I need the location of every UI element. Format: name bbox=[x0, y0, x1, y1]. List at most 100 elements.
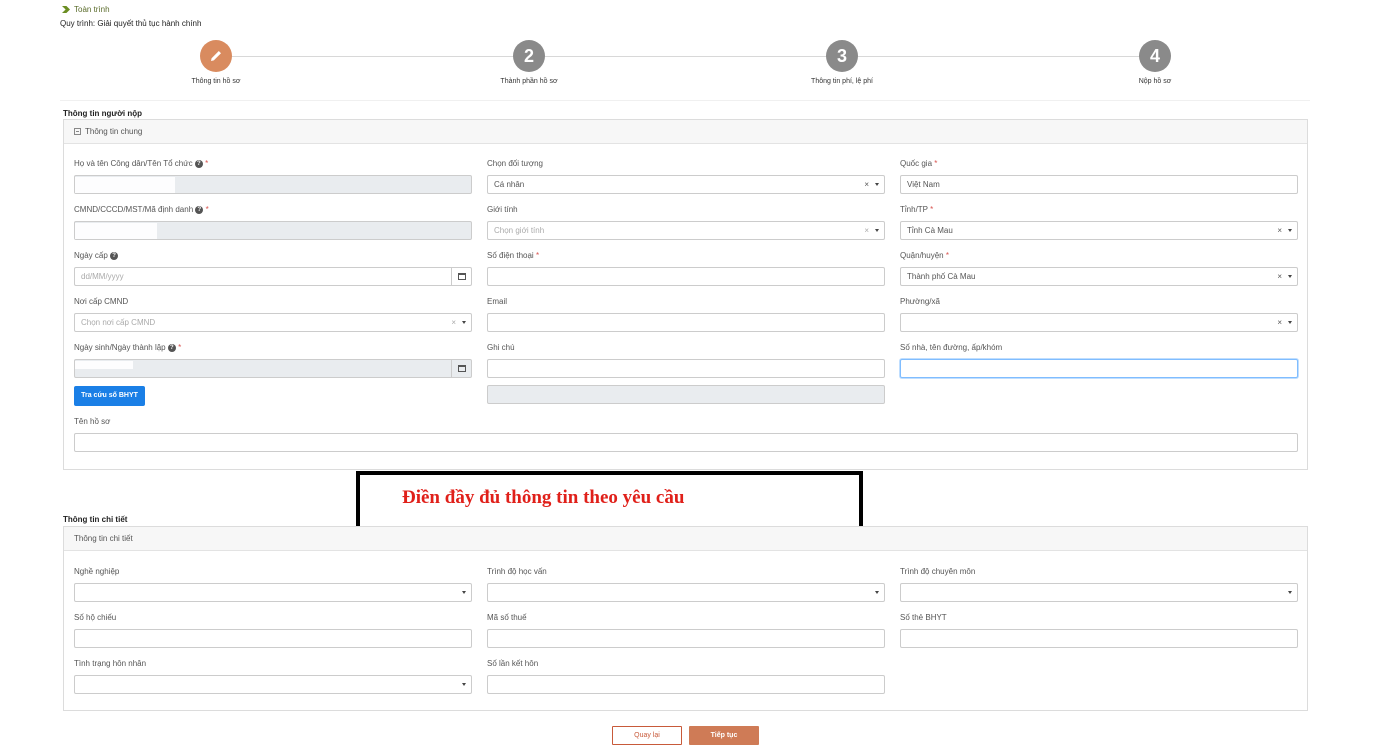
required-mark: * bbox=[178, 343, 182, 352]
breadcrumb[interactable]: Toàn trình bbox=[62, 5, 110, 14]
clear-icon[interactable]: × bbox=[1277, 222, 1282, 239]
gender-select[interactable]: Chọn giới tính × bbox=[487, 221, 885, 240]
chevron-down-icon[interactable] bbox=[1288, 229, 1292, 232]
clear-icon[interactable]: × bbox=[864, 222, 869, 239]
help-icon[interactable]: ? bbox=[110, 251, 119, 260]
province-select[interactable]: Tỉnh Cà Mau × bbox=[900, 221, 1298, 240]
back-button[interactable]: Quay lại bbox=[612, 726, 682, 745]
bhyt-field: Số thẻ BHYT bbox=[900, 613, 1298, 648]
chevron-down-icon[interactable] bbox=[1288, 321, 1292, 324]
occupation-select[interactable] bbox=[74, 583, 472, 602]
step-number: 4 bbox=[1139, 40, 1171, 72]
chevron-down-icon[interactable] bbox=[875, 183, 879, 186]
pencil-icon bbox=[211, 51, 221, 61]
lookup-bhyt-button[interactable]: Tra cứu số BHYT bbox=[74, 386, 145, 406]
clear-icon[interactable]: × bbox=[1277, 314, 1282, 331]
help-icon[interactable]: ? bbox=[167, 343, 176, 352]
expertise-select[interactable] bbox=[900, 583, 1298, 602]
callout-text: Điền đầy đủ thông tin theo yêu cầu bbox=[402, 487, 685, 508]
calendar-icon[interactable] bbox=[451, 360, 471, 377]
marriage-count-label: Số lần kết hôn bbox=[487, 659, 539, 668]
step-4[interactable]: 4 Nộp hồ sơ bbox=[1075, 40, 1235, 85]
stepper-line bbox=[216, 56, 1155, 57]
step-1[interactable]: Thông tin hồ sơ bbox=[136, 40, 296, 85]
district-value: Thành phố Cà Mau bbox=[907, 272, 976, 281]
subject-select[interactable]: Cá nhân × bbox=[487, 175, 885, 194]
redacted-value bbox=[489, 315, 563, 324]
process-label: Quy trình: Giải quyết thủ tục hành chính bbox=[60, 19, 202, 28]
email-field: Email bbox=[487, 297, 885, 332]
phone-input[interactable] bbox=[487, 267, 885, 286]
province-label: Tỉnh/TP bbox=[900, 205, 928, 214]
bhyt-input[interactable] bbox=[900, 629, 1298, 648]
country-label: Quốc gia bbox=[900, 159, 933, 168]
issue-date-input[interactable]: dd/MM/yyyy bbox=[74, 267, 472, 286]
marital-select[interactable] bbox=[74, 675, 472, 694]
phone-label: Số điện thoại bbox=[487, 251, 534, 260]
tax-input[interactable] bbox=[487, 629, 885, 648]
required-mark: * bbox=[930, 205, 934, 214]
step-2[interactable]: 2 Thành phần hồ sơ bbox=[449, 40, 609, 85]
birth-date-label: Ngày sinh/Ngày thành lập bbox=[74, 343, 166, 352]
marital-label: Tình trạng hôn nhân bbox=[74, 659, 147, 668]
required-mark: * bbox=[945, 251, 949, 260]
chevron-down-icon[interactable] bbox=[875, 229, 879, 232]
applicant-panel-header[interactable]: Thông tin chung bbox=[64, 120, 1307, 144]
details-section-title: Thông tin chi tiết bbox=[63, 515, 128, 524]
clear-icon[interactable]: × bbox=[451, 314, 456, 331]
ward-select[interactable]: × bbox=[900, 313, 1298, 332]
required-mark: * bbox=[205, 205, 209, 214]
redacted-value bbox=[75, 361, 133, 369]
clear-icon[interactable]: × bbox=[864, 176, 869, 193]
step-label: Thành phần hồ sơ bbox=[500, 78, 558, 85]
tax-field: Mã số thuế bbox=[487, 613, 885, 648]
calendar-icon[interactable] bbox=[451, 268, 471, 285]
redacted-value bbox=[75, 177, 175, 193]
expertise-field: Trình độ chuyên môn bbox=[900, 567, 1298, 602]
province-field: Tỉnh/TP * Tỉnh Cà Mau × bbox=[900, 205, 1298, 240]
full-name-label: Họ và tên Công dân/Tên Tổ chức bbox=[74, 159, 193, 168]
education-select[interactable] bbox=[487, 583, 885, 602]
clear-icon[interactable]: × bbox=[1277, 268, 1282, 285]
details-panel-header[interactable]: Thông tin chi tiết bbox=[64, 527, 1307, 551]
step-number: 2 bbox=[513, 40, 545, 72]
expertise-label: Trình độ chuyên môn bbox=[900, 567, 976, 576]
id-number-label: CMND/CCCD/MST/Mã định danh bbox=[74, 205, 194, 214]
district-select[interactable]: Thành phố Cà Mau × bbox=[900, 267, 1298, 286]
country-input[interactable]: Việt Nam bbox=[900, 175, 1298, 194]
chevron-down-icon[interactable] bbox=[462, 683, 466, 686]
dossier-name-input[interactable] bbox=[74, 433, 1298, 452]
extra-field bbox=[487, 369, 885, 404]
issue-place-select[interactable]: Chọn nơi cấp CMND × bbox=[74, 313, 472, 332]
full-name-input[interactable] bbox=[74, 175, 472, 194]
applicant-panel: Thông tin chung Họ và tên Công dân/Tên T… bbox=[63, 119, 1308, 470]
chevron-down-icon[interactable] bbox=[875, 591, 879, 594]
instruction-callout: Điền đầy đủ thông tin theo yêu cầu bbox=[356, 471, 863, 534]
chevron-down-icon[interactable] bbox=[462, 321, 466, 324]
email-input[interactable] bbox=[487, 313, 885, 332]
district-field: Quận/huyện * Thành phố Cà Mau × bbox=[900, 251, 1298, 286]
help-icon[interactable]: ? bbox=[195, 205, 204, 214]
required-mark: * bbox=[535, 251, 540, 260]
help-icon[interactable]: ? bbox=[194, 159, 203, 168]
education-field: Trình độ học vấn bbox=[487, 567, 885, 602]
marital-field: Tình trạng hôn nhân bbox=[74, 659, 472, 694]
chevron-down-icon[interactable] bbox=[462, 591, 466, 594]
address-input[interactable] bbox=[900, 359, 1298, 378]
chevron-down-icon[interactable] bbox=[1288, 275, 1292, 278]
required-mark: * bbox=[205, 159, 209, 168]
ward-label: Phường/xã bbox=[900, 297, 940, 306]
next-button[interactable]: Tiếp tục bbox=[689, 726, 759, 745]
note-label: Ghi chú bbox=[487, 343, 515, 352]
step-circle-active bbox=[200, 40, 232, 72]
panel-title: Thông tin chung bbox=[85, 127, 143, 136]
applicant-section-title: Thông tin người nộp bbox=[63, 109, 143, 118]
passport-input[interactable] bbox=[74, 629, 472, 648]
collapse-icon[interactable] bbox=[74, 128, 81, 135]
birth-date-input[interactable] bbox=[74, 359, 472, 378]
step-3[interactable]: 3 Thông tin phí, lệ phí bbox=[762, 40, 922, 85]
chevron-down-icon[interactable] bbox=[1288, 591, 1292, 594]
marriage-count-input[interactable] bbox=[487, 675, 885, 694]
occupation-field: Nghề nghiệp bbox=[74, 567, 472, 602]
id-number-input[interactable] bbox=[74, 221, 472, 240]
